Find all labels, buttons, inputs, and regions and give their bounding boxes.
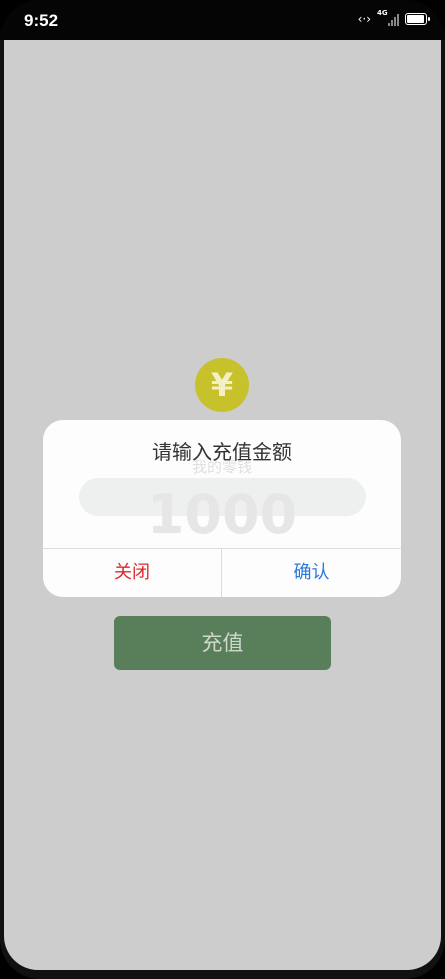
signal-icon: 4G <box>377 9 399 26</box>
status-icons: ‹·› 4G <box>357 9 430 26</box>
balance-amount: 1000 <box>146 483 298 546</box>
status-time: 9:52 <box>24 11 59 30</box>
yuan-coin-icon: ¥ <box>195 358 249 412</box>
app-screen: ¥ 我的零钱 1000 请输入充值金额 关闭 确认 充值 <box>4 40 441 970</box>
recharge-dialog: 我的零钱 1000 请输入充值金额 关闭 确认 <box>43 420 401 597</box>
close-button[interactable]: 关闭 <box>43 549 221 597</box>
data-transfer-icon: ‹·› <box>357 12 371 26</box>
network-type: 4G <box>377 9 388 17</box>
dialog-title: 请输入充值金额 <box>152 440 292 464</box>
confirm-button[interactable]: 确认 <box>222 549 401 597</box>
battery-icon <box>405 13 430 25</box>
phone-frame: 9:52 ‹·› 4G ¥ 我的零钱 1000 请输入充值金额 关闭 确认 充值 <box>0 0 445 979</box>
status-bar: 9:52 ‹·› 4G <box>0 0 445 40</box>
recharge-button[interactable]: 充值 <box>114 616 331 670</box>
